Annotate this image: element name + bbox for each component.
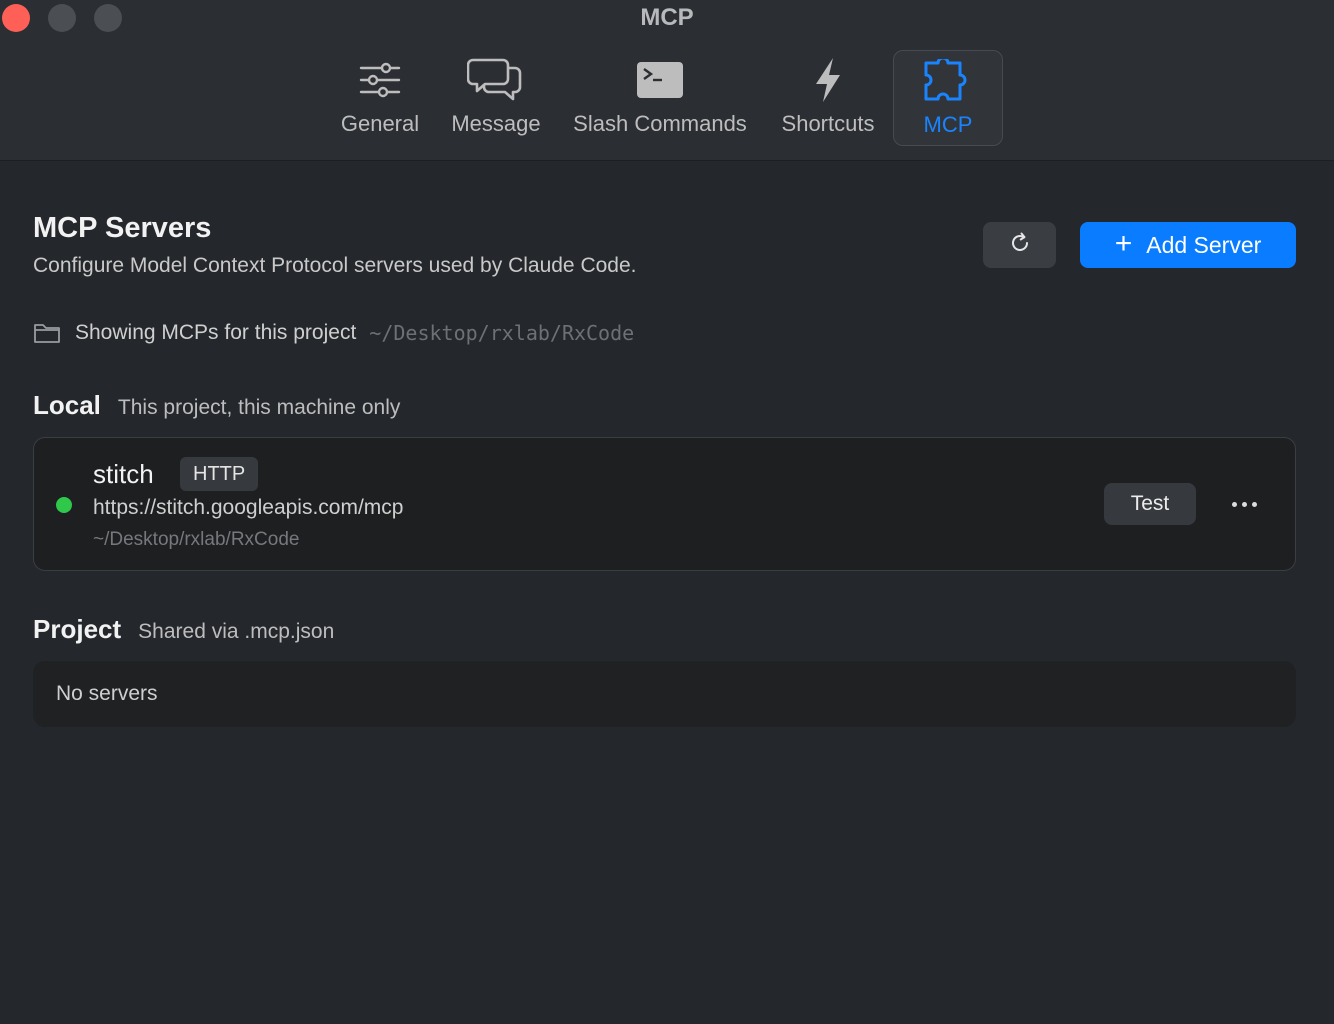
tab-mcp-label: MCP bbox=[923, 112, 973, 137]
tab-shortcuts[interactable]: Shortcuts bbox=[774, 50, 882, 146]
project-section-header: Project Shared via .mcp.json bbox=[33, 614, 334, 645]
tab-shortcuts-label: Shortcuts bbox=[781, 111, 875, 136]
tab-message[interactable]: Message bbox=[446, 50, 546, 146]
project-path: ~/Desktop/rxlab/RxCode bbox=[369, 321, 635, 345]
window-title: MCP bbox=[640, 4, 694, 31]
tab-slash-commands[interactable]: Slash Commands bbox=[566, 50, 754, 146]
add-server-button[interactable]: + Add Server bbox=[1080, 222, 1296, 268]
tab-message-label: Message bbox=[451, 111, 541, 136]
toolbar: MCP General Message Slash Commands Short… bbox=[0, 0, 1334, 161]
more-options-button[interactable] bbox=[1224, 488, 1264, 520]
tab-general-label: General bbox=[340, 111, 420, 136]
settings-tabs: General Message Slash Commands Shortcuts… bbox=[0, 50, 1334, 146]
refresh-icon bbox=[1008, 231, 1032, 260]
local-section-description: This project, this machine only bbox=[117, 396, 401, 419]
folder-icon bbox=[34, 324, 60, 343]
sliders-icon bbox=[359, 50, 401, 110]
plus-icon: + bbox=[1114, 227, 1133, 260]
project-section-title: Project bbox=[33, 614, 122, 644]
tab-general[interactable]: General bbox=[334, 50, 426, 146]
server-project-path: ~/Desktop/rxlab/RxCode bbox=[93, 529, 300, 550]
empty-state-text: No servers bbox=[56, 682, 158, 705]
terminal-icon bbox=[636, 50, 684, 110]
project-scope-row: Showing MCPs for this project ~/Desktop/… bbox=[33, 321, 634, 345]
project-servers-empty: No servers bbox=[33, 661, 1296, 727]
settings-window: MCP General Message Slash Commands Short… bbox=[0, 0, 1334, 1024]
test-server-button[interactable]: Test bbox=[1104, 483, 1196, 525]
project-section-description: Shared via .mcp.json bbox=[138, 620, 335, 643]
tab-slash-commands-label: Slash Commands bbox=[573, 111, 747, 136]
local-section-title: Local bbox=[33, 390, 101, 420]
local-section-header: Local This project, this machine only bbox=[33, 390, 400, 421]
server-name: stitch bbox=[93, 459, 154, 489]
bolt-icon bbox=[813, 50, 843, 110]
refresh-button[interactable] bbox=[983, 222, 1056, 268]
puzzle-icon bbox=[922, 51, 974, 111]
server-card-stitch[interactable]: stitch HTTP https://stitch.googleapis.co… bbox=[33, 437, 1296, 571]
page-subtitle: Configure Model Context Protocol servers… bbox=[33, 254, 637, 277]
status-indicator bbox=[56, 497, 72, 513]
server-url: https://stitch.googleapis.com/mcp bbox=[93, 496, 404, 519]
page-title: MCP Servers bbox=[33, 212, 212, 244]
chat-bubbles-icon bbox=[467, 50, 525, 110]
tab-mcp[interactable]: MCP bbox=[893, 50, 1003, 146]
add-server-label: Add Server bbox=[1146, 231, 1262, 258]
ellipsis-icon bbox=[1231, 501, 1257, 507]
project-scope-label: Showing MCPs for this project bbox=[75, 321, 357, 344]
server-type-badge: HTTP bbox=[180, 457, 259, 491]
